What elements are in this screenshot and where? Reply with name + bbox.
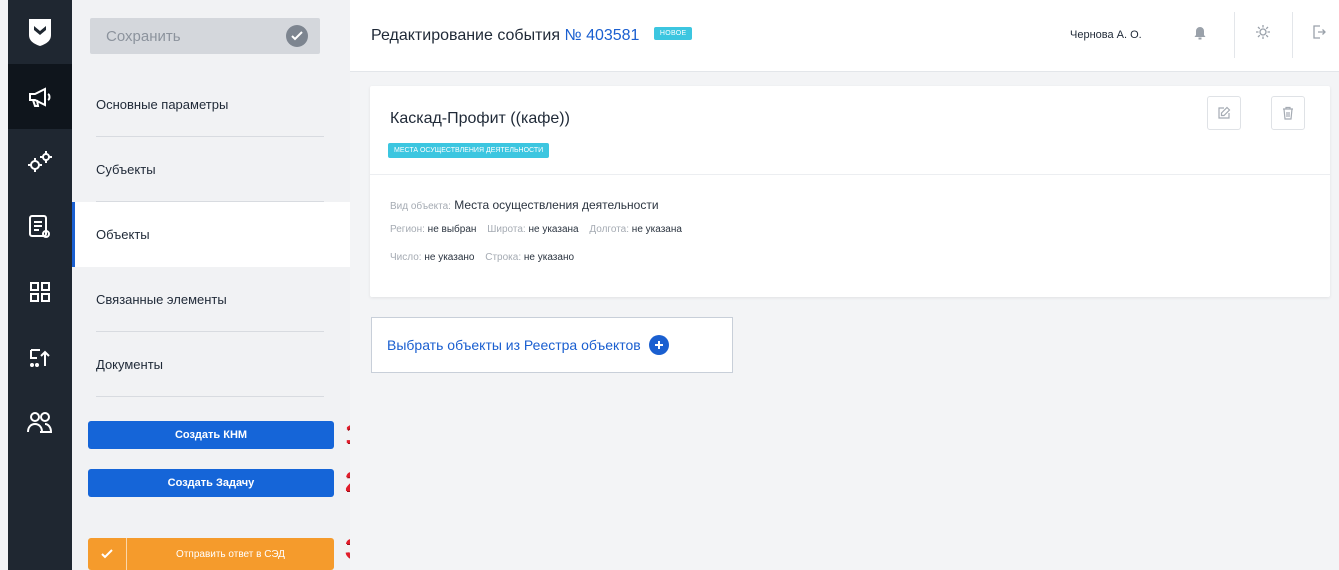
divider xyxy=(1234,12,1235,58)
gears-icon[interactable] xyxy=(8,129,72,194)
menu-item-related[interactable]: Связанные элементы xyxy=(72,267,350,332)
nav-rail xyxy=(8,0,72,570)
user-name[interactable]: Чернова А. О. xyxy=(1070,29,1142,41)
latitude-key: Широта: xyxy=(487,224,526,235)
check-circle-icon xyxy=(286,25,308,47)
object-type-row: Вид объекта: Места осуществления деятель… xyxy=(390,198,667,212)
string-value: не указано xyxy=(523,252,575,263)
save-button-label: Сохранить xyxy=(106,27,181,45)
extra-row: Число: не указано Строка: не указано xyxy=(390,252,582,263)
region-key: Регион: xyxy=(390,224,425,235)
menu-item-main-params[interactable]: Основные параметры xyxy=(72,72,350,137)
region-value: не выбран xyxy=(427,224,477,235)
menu-item-label: Объекты xyxy=(96,227,150,242)
users-icon[interactable] xyxy=(8,389,72,454)
gear-icon[interactable] xyxy=(1255,24,1271,45)
page-title: Редактирование события № 403581 НОВОЕ xyxy=(371,27,693,45)
edit-icon xyxy=(1218,106,1231,119)
menu-item-label: Субъекты xyxy=(96,162,156,177)
plus-circle-icon xyxy=(648,335,669,355)
delete-button[interactable] xyxy=(1271,96,1305,130)
flow-arrows-icon[interactable] xyxy=(8,324,72,389)
document-search-icon[interactable] xyxy=(8,194,72,259)
section-menu: Основные параметры Субъекты Объекты Связ… xyxy=(72,72,350,397)
divider xyxy=(1292,12,1293,58)
top-bar: Редактирование события № 403581 НОВОЕ Че… xyxy=(350,0,1339,72)
pick-objects-button[interactable]: Выбрать объекты из Реестра объектов xyxy=(371,317,733,373)
object-name: Каскад-Профит ((кафе)) xyxy=(390,110,570,127)
dashboard-grid-icon[interactable] xyxy=(8,259,72,324)
save-bar: Сохранить xyxy=(72,0,350,72)
bell-icon[interactable] xyxy=(1193,24,1207,45)
menu-item-label: Документы xyxy=(96,357,164,372)
location-row: Регион: не выбран Широта: не указана Дол… xyxy=(390,224,690,235)
object-type-key: Вид объекта: xyxy=(390,201,451,212)
menu-item-label: Связанные элементы xyxy=(96,292,227,307)
send-reply-button[interactable]: Отправить ответ в СЭД xyxy=(88,538,334,570)
main-content: Каскад-Профит ((кафе)) Места осуществлен… xyxy=(350,72,1339,570)
save-button[interactable]: Сохранить xyxy=(90,18,320,54)
logout-icon[interactable] xyxy=(1312,24,1326,45)
trash-icon xyxy=(1283,106,1293,120)
side-panel: Сохранить Основные параметры Субъекты Об… xyxy=(72,0,350,570)
event-number: № 403581 xyxy=(564,27,640,44)
object-card: Каскад-Профит ((кафе)) Места осуществлен… xyxy=(370,86,1330,297)
megaphone-icon[interactable] xyxy=(8,64,72,129)
status-badge: НОВОЕ xyxy=(653,27,693,41)
send-reply-label: Отправить ответ в СЭД xyxy=(176,548,285,560)
menu-item-objects[interactable]: Объекты xyxy=(72,202,350,267)
longitude-key: Долгота: xyxy=(589,224,630,235)
menu-item-documents[interactable]: Документы xyxy=(72,332,350,397)
longitude-value: не указана xyxy=(631,224,682,235)
object-card-header: Каскад-Профит ((кафе)) Места осуществлен… xyxy=(370,86,1330,175)
check-icon xyxy=(88,538,127,570)
menu-item-subjects[interactable]: Субъекты xyxy=(72,137,350,202)
number-value: не указано xyxy=(424,252,475,263)
object-type-value: Места осуществления деятельности xyxy=(454,198,659,212)
menu-item-label: Основные параметры xyxy=(96,97,229,112)
latitude-value: не указана xyxy=(528,224,579,235)
page-title-text: Редактирование события xyxy=(371,27,560,44)
number-key: Число: xyxy=(390,252,422,263)
edit-button[interactable] xyxy=(1207,96,1241,130)
create-knm-button[interactable]: Создать КНМ xyxy=(88,421,334,449)
string-key: Строка: xyxy=(485,252,522,263)
shield-logo-icon[interactable] xyxy=(8,0,72,64)
pick-objects-label: Выбрать объекты из Реестра объектов xyxy=(387,337,641,353)
create-task-button[interactable]: Создать Задачу xyxy=(88,469,334,497)
object-type-tag: Места осуществления деятельности xyxy=(388,143,550,158)
